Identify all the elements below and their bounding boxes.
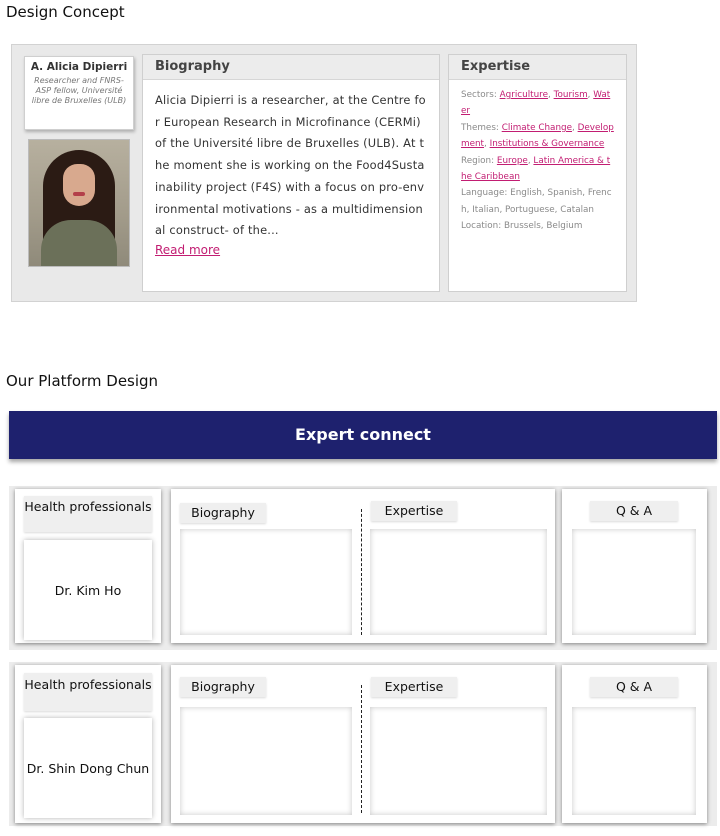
biography-box[interactable]	[180, 529, 352, 635]
qa-card: Q & A	[562, 489, 707, 643]
expertise-box[interactable]	[370, 529, 547, 635]
biography-label: Biography	[180, 503, 266, 523]
expert-name[interactable]: Dr. Shin Dong Chun	[24, 718, 152, 818]
theme-link[interactable]: Climate Change	[502, 123, 572, 133]
portrait-photo-icon	[28, 139, 130, 267]
expert-row: Health professionals Dr. Kim Ho Biograph…	[9, 486, 717, 650]
qa-box[interactable]	[572, 707, 696, 815]
region-link[interactable]: Europe	[497, 156, 528, 166]
expert-name-card: A. Alicia Dipierri Researcher and FNRS-A…	[24, 56, 134, 130]
expertise-panel: Expertise Sectors: Agriculture, Tourism,…	[448, 54, 627, 292]
qa-label: Q & A	[590, 677, 678, 697]
biography-panel: Biography Alicia Dipierri is a researche…	[142, 54, 440, 292]
expertise-label: Expertise	[371, 677, 457, 697]
expertise-heading: Expertise	[449, 55, 626, 80]
read-more-link[interactable]: Read more	[143, 243, 439, 257]
sector-link[interactable]: Tourism	[554, 90, 588, 100]
biography-label: Biography	[180, 677, 266, 697]
biography-box[interactable]	[180, 707, 352, 815]
expertise-themes: Themes: Climate Change, Development, Ins…	[461, 122, 614, 150]
concept-profile-card: A. Alicia Dipierri Researcher and FNRS-A…	[11, 44, 637, 302]
expert-row: Health professionals Dr. Shin Dong Chun …	[9, 662, 717, 826]
expert-profile-card[interactable]: Health professionals Dr. Shin Dong Chun	[15, 665, 161, 823]
divider	[361, 685, 362, 813]
design-concept-title: Design Concept	[6, 3, 125, 21]
sector-link[interactable]: Agriculture	[500, 90, 548, 100]
category-label: Health professionals	[24, 673, 152, 711]
expert-connect-banner: Expert connect	[9, 411, 717, 459]
expert-profile-card[interactable]: Health professionals Dr. Kim Ho	[15, 489, 161, 643]
expert-name: A. Alicia Dipierri	[30, 61, 128, 73]
expert-name[interactable]: Dr. Kim Ho	[24, 540, 152, 640]
category-label: Health professionals	[24, 496, 152, 532]
theme-link[interactable]: Institutions & Governance	[490, 139, 605, 149]
biography-text: Alicia Dipierri is a researcher, at the …	[155, 93, 426, 238]
expert-affiliation: Researcher and FNRS-ASP fellow, Universi…	[31, 76, 127, 105]
bio-expertise-card: Biography Expertise	[171, 489, 555, 643]
platform-design-title: Our Platform Design	[6, 372, 159, 390]
biography-heading: Biography	[143, 55, 439, 80]
expertise-box[interactable]	[370, 707, 547, 815]
qa-box[interactable]	[572, 529, 696, 635]
expertise-language: Language: English, Spanish, French, Ital…	[461, 188, 612, 215]
expertise-region: Region: Europe, Latin America & the Cari…	[461, 155, 611, 183]
qa-label: Q & A	[590, 501, 678, 521]
bio-expertise-card: Biography Expertise	[171, 665, 555, 823]
divider	[361, 509, 362, 635]
expertise-sectors: Sectors: Agriculture, Tourism, Water	[461, 90, 611, 117]
expertise-label: Expertise	[371, 501, 457, 521]
expertise-location: Location: Brussels, Belgium	[461, 221, 583, 232]
qa-card: Q & A	[562, 665, 707, 823]
